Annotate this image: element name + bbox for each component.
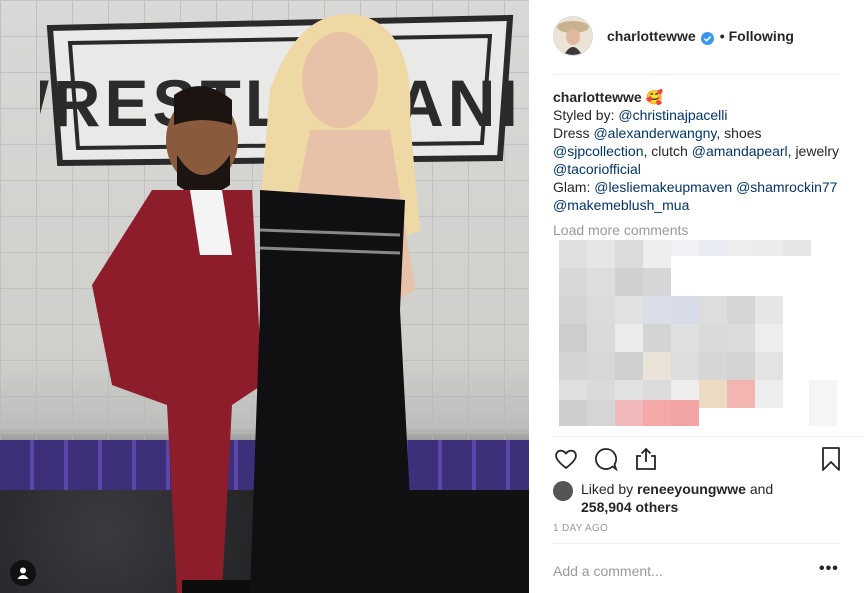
post-username[interactable]: charlottewwe bbox=[607, 28, 696, 44]
user-tag-icon bbox=[17, 567, 29, 579]
bookmark-icon[interactable] bbox=[819, 446, 843, 472]
divider bbox=[553, 74, 840, 75]
divider bbox=[553, 543, 840, 544]
comment-icon[interactable] bbox=[593, 446, 619, 472]
caption-username[interactable]: charlottewwe bbox=[553, 89, 642, 105]
post-timestamp[interactable]: 1 DAY AGO bbox=[553, 523, 608, 534]
blurred-comments bbox=[559, 240, 837, 426]
mention-link[interactable]: @makemeblush_mua bbox=[553, 197, 689, 213]
post-actions bbox=[553, 446, 843, 474]
caption-text: , shoes bbox=[716, 125, 762, 141]
mention-link[interactable]: @shamrockin77 bbox=[736, 179, 837, 195]
verified-badge-icon bbox=[700, 31, 714, 45]
woman-in-black-dress bbox=[250, 13, 420, 593]
divider bbox=[553, 436, 864, 437]
likes-count[interactable]: 258,904 others bbox=[581, 499, 678, 515]
post-header: charlottewwe • Following bbox=[553, 16, 794, 56]
caption-text: Dress bbox=[553, 125, 594, 141]
heart-icon[interactable] bbox=[553, 446, 579, 472]
load-more-comments-link[interactable]: Load more comments bbox=[553, 222, 688, 238]
avatar-image bbox=[554, 17, 592, 55]
user-tag-button[interactable] bbox=[10, 560, 36, 586]
mention-link[interactable]: @christinajpacelli bbox=[618, 107, 727, 123]
separator-dot: • bbox=[719, 28, 725, 44]
caption-text: , jewelry bbox=[787, 143, 840, 159]
man-in-red-suit bbox=[92, 86, 262, 593]
mention-link[interactable]: @sjpcollection bbox=[553, 143, 643, 159]
mention-link[interactable]: @amandapearl bbox=[692, 143, 788, 159]
caption-text: Styled by: bbox=[553, 107, 619, 123]
comment-input[interactable]: Add a comment... bbox=[553, 563, 663, 579]
mention-link[interactable]: @tacoriofficial bbox=[553, 161, 641, 177]
caption-emoji: 🥰 bbox=[645, 89, 664, 105]
profile-avatar[interactable] bbox=[553, 16, 593, 56]
post-side-panel: charlottewwe • Following charlottewwe 🥰 … bbox=[529, 0, 864, 593]
likes-text: and bbox=[745, 481, 774, 497]
mention-link[interactable]: @lesliemakeupmaven bbox=[594, 179, 732, 195]
post-caption: charlottewwe 🥰 Styled by: @christinajpac… bbox=[553, 88, 853, 214]
more-options-button[interactable]: ••• bbox=[819, 560, 839, 578]
liker-avatar[interactable] bbox=[553, 481, 573, 501]
share-icon[interactable] bbox=[633, 446, 659, 472]
post-photo[interactable]: WRESTLEMANIA bbox=[0, 0, 529, 593]
following-button[interactable]: Following bbox=[729, 28, 794, 44]
likes-text: Liked by bbox=[581, 481, 638, 497]
likes-summary: Liked by reneeyoungwwe and 258,904 other… bbox=[553, 480, 773, 516]
caption-text: , clutch bbox=[643, 143, 692, 159]
caption-text: Glam: bbox=[553, 179, 595, 195]
liker-username[interactable]: reneeyoungwwe bbox=[637, 481, 746, 497]
mention-link[interactable]: @alexanderwangny bbox=[593, 125, 716, 141]
